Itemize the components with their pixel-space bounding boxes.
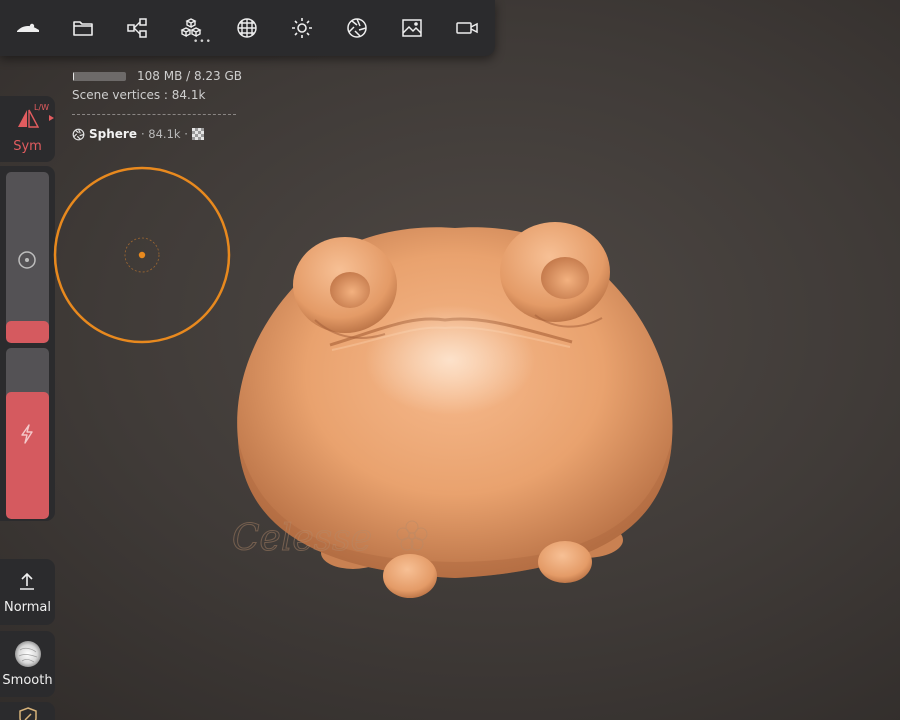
- smooth-label: Smooth: [2, 673, 53, 688]
- more-indicator: •••: [193, 37, 212, 47]
- checker-texture-icon: [191, 128, 204, 140]
- active-object-row[interactable]: Sphere · 84.1k ·: [72, 127, 204, 141]
- normal-button[interactable]: Normal: [0, 559, 55, 625]
- scene-vertices: Scene vertices : 84.1k: [72, 88, 205, 102]
- lightning-icon: [21, 424, 33, 444]
- material-shader-icon[interactable]: [342, 14, 372, 42]
- sculpt-app-icon[interactable]: [13, 14, 43, 42]
- watermark: Celesse: [232, 518, 428, 560]
- info-separator: [72, 114, 236, 115]
- object-name: Sphere: [89, 127, 137, 141]
- topology-sphere-icon[interactable]: [232, 14, 262, 42]
- radius-slider-fill: [6, 320, 49, 343]
- object-sphere-icon: [72, 128, 85, 140]
- camera-video-icon[interactable]: [452, 14, 482, 42]
- scene-vertices-value: 84.1k: [171, 88, 206, 102]
- brush-cursor: [53, 166, 231, 344]
- smooth-brush-icon: [15, 641, 41, 667]
- symmetry-label: Sym: [13, 139, 42, 154]
- normal-label: Normal: [3, 600, 52, 615]
- radius-icon: [18, 251, 36, 269]
- smooth-button[interactable]: Smooth: [0, 631, 55, 697]
- upload-arrow-icon: [20, 572, 34, 590]
- watermark-text: Celesse: [232, 518, 372, 559]
- light-sun-icon[interactable]: [287, 14, 317, 42]
- brush-sliders-panel: [0, 166, 55, 521]
- brush-shield-icon: [19, 707, 37, 720]
- symmetry-icon: [18, 109, 39, 128]
- object-vertex-count: · 84.1k ·: [140, 127, 188, 141]
- scene-vertices-label: Scene vertices :: [72, 88, 168, 102]
- scene-graph-icon[interactable]: [122, 14, 152, 42]
- intensity-slider[interactable]: [6, 348, 49, 519]
- chevron-right-icon: [49, 115, 54, 121]
- symmetry-button[interactable]: L/W Sym: [0, 96, 55, 162]
- brush-tool-button[interactable]: [0, 702, 55, 720]
- memory-usage-bar: [73, 72, 126, 81]
- memory-usage-text: 108 MB / 8.23 GB: [137, 69, 243, 83]
- memory-usage-fill: [73, 72, 75, 81]
- symmetry-mode: L/W: [34, 103, 50, 112]
- top-toolbar: •••: [0, 0, 495, 56]
- radius-slider[interactable]: [6, 172, 49, 343]
- intensity-slider-fill: [6, 392, 49, 519]
- folder-icon[interactable]: [68, 14, 98, 42]
- background-image-icon[interactable]: [397, 14, 427, 42]
